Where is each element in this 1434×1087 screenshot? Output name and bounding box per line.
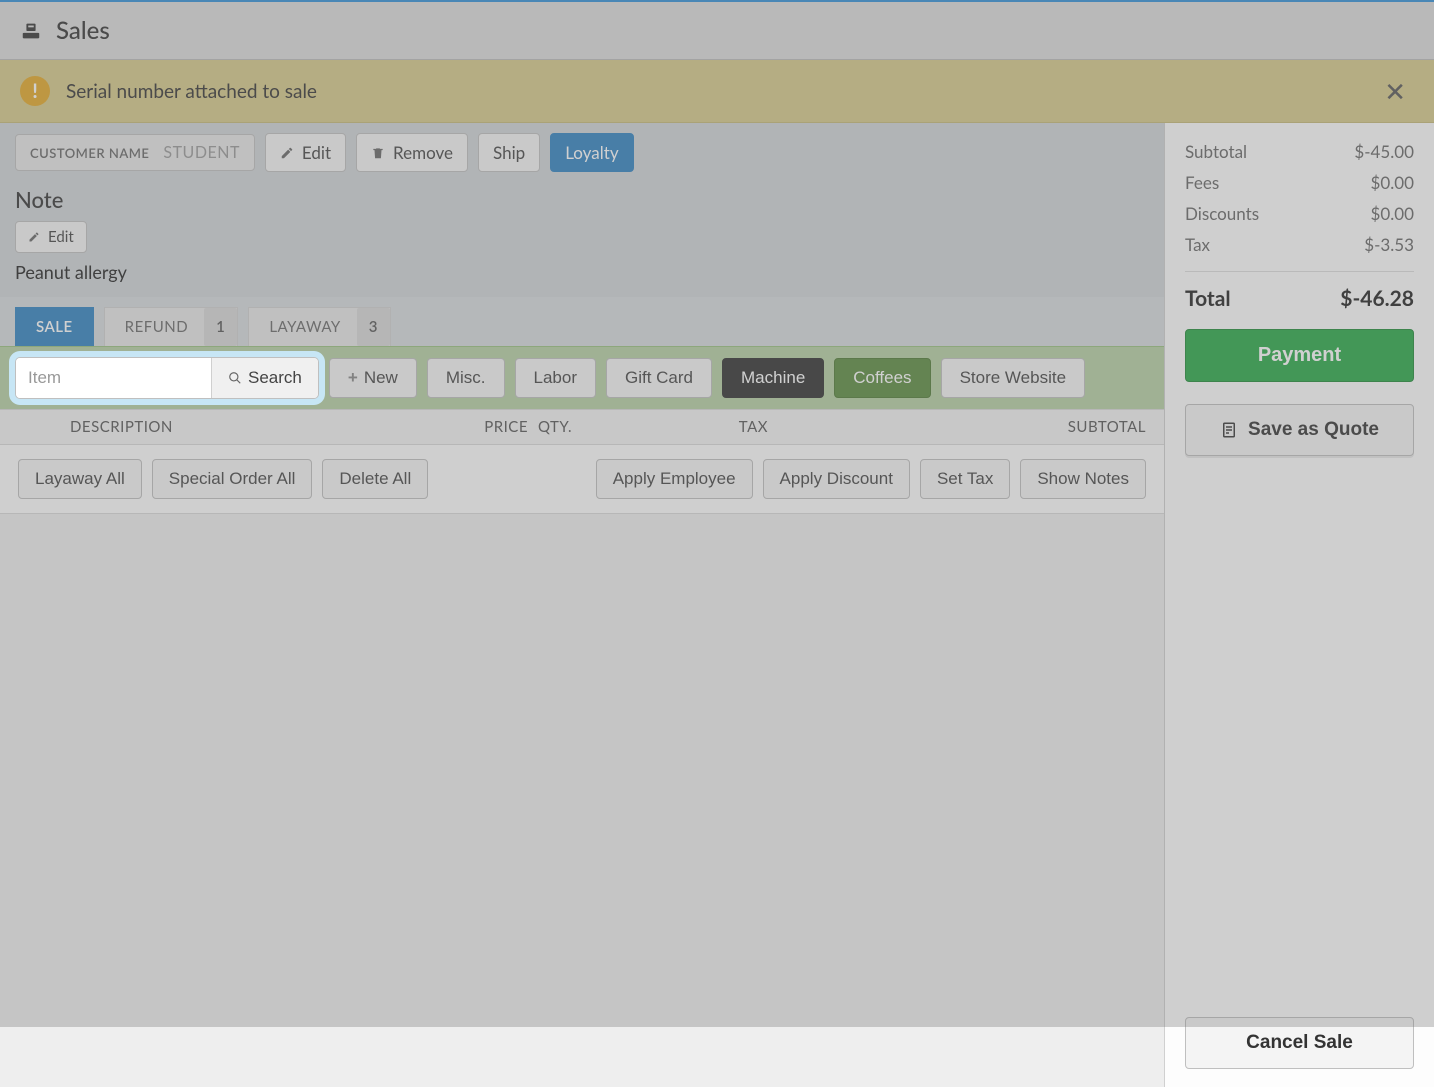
th-description: DESCRIPTION	[18, 418, 428, 436]
customer-row: CUSTOMER NAME STUDENT Edit Remove Ship L…	[0, 123, 1164, 182]
fees-label: Fees	[1185, 172, 1219, 193]
bulk-actions-row: Layaway All Special Order All Delete All…	[0, 445, 1164, 514]
misc-button[interactable]: Misc.	[427, 358, 505, 398]
tax-value: $-3.53	[1364, 234, 1414, 255]
labor-button[interactable]: Labor	[515, 358, 596, 398]
tab-layaway[interactable]: LAYAWAY 3	[248, 307, 391, 346]
discounts-label: Discounts	[1185, 203, 1259, 224]
subtotal-label: Subtotal	[1185, 141, 1247, 162]
loyalty-button[interactable]: Loyalty	[550, 133, 633, 172]
th-tax: TAX	[588, 418, 768, 436]
pencil-icon	[28, 231, 40, 243]
tab-refund[interactable]: REFUND 1	[104, 307, 239, 346]
total-label: Total	[1185, 286, 1231, 311]
store-website-button[interactable]: Store Website	[941, 358, 1085, 398]
layaway-count-badge: 3	[357, 308, 390, 346]
subtotal-value: $-45.00	[1354, 141, 1414, 162]
edit-customer-button[interactable]: Edit	[265, 133, 346, 172]
new-item-button[interactable]: + New	[329, 358, 417, 398]
totals-sidebar: Subtotal $-45.00 Fees $0.00 Discounts $0.00…	[1164, 123, 1434, 1087]
th-price: PRICE	[428, 418, 528, 436]
tax-label: Tax	[1185, 234, 1210, 255]
line-items-header: DESCRIPTION PRICE QTY. TAX SUBTOTAL	[0, 409, 1164, 445]
cancel-sale-button[interactable]: Cancel Sale	[1185, 1017, 1414, 1069]
warning-icon: !	[20, 76, 50, 106]
alert-banner: ! Serial number attached to sale ✕	[0, 60, 1434, 123]
pencil-icon	[280, 146, 294, 160]
line-items-empty	[0, 514, 1164, 1087]
customer-chip[interactable]: CUSTOMER NAME STUDENT	[15, 134, 255, 171]
show-notes-button[interactable]: Show Notes	[1020, 459, 1146, 499]
apply-discount-button[interactable]: Apply Discount	[763, 459, 910, 499]
plus-icon: +	[348, 368, 358, 388]
discounts-value: $0.00	[1371, 203, 1414, 224]
machine-button[interactable]: Machine	[722, 358, 824, 398]
th-subtotal: SUBTOTAL	[768, 418, 1146, 436]
total-value: $-46.28	[1340, 286, 1414, 311]
sale-tabs: SALE REFUND 1 LAYAWAY 3	[0, 297, 1164, 346]
header-bar: Sales	[0, 2, 1434, 60]
edit-note-button[interactable]: Edit	[15, 221, 87, 253]
item-search-button[interactable]: Search	[211, 358, 318, 398]
remove-customer-button[interactable]: Remove	[356, 133, 468, 172]
note-text: Peanut allergy	[15, 261, 1149, 283]
alert-message: Serial number attached to sale	[66, 80, 1360, 103]
item-search-input[interactable]	[16, 358, 211, 398]
search-icon	[228, 371, 242, 385]
coffees-button[interactable]: Coffees	[834, 358, 930, 398]
trash-icon	[371, 146, 385, 160]
save-as-quote-button[interactable]: Save as Quote	[1185, 404, 1414, 456]
customer-label: CUSTOMER NAME	[30, 145, 149, 161]
note-heading: Note	[15, 186, 1149, 213]
delete-all-button[interactable]: Delete All	[322, 459, 428, 499]
refund-count-badge: 1	[204, 308, 237, 346]
note-section: Note Edit Peanut allergy	[0, 182, 1164, 297]
apply-employee-button[interactable]: Apply Employee	[596, 459, 753, 499]
item-toolbar: Search + New Misc. Labor Gift Card Machi…	[0, 346, 1164, 409]
layaway-all-button[interactable]: Layaway All	[18, 459, 142, 499]
tab-sale[interactable]: SALE	[15, 307, 94, 346]
giftcard-button[interactable]: Gift Card	[606, 358, 712, 398]
set-tax-button[interactable]: Set Tax	[920, 459, 1010, 499]
register-icon	[20, 20, 42, 42]
special-order-all-button[interactable]: Special Order All	[152, 459, 313, 499]
payment-button[interactable]: Payment	[1185, 329, 1414, 382]
customer-name: STUDENT	[163, 143, 239, 162]
page-title: Sales	[56, 16, 110, 45]
th-qty: QTY.	[528, 418, 588, 436]
close-icon[interactable]: ✕	[1376, 78, 1414, 104]
quote-icon	[1220, 421, 1238, 439]
ship-button[interactable]: Ship	[478, 133, 540, 172]
item-search-group: Search	[15, 357, 319, 399]
fees-value: $0.00	[1371, 172, 1414, 193]
